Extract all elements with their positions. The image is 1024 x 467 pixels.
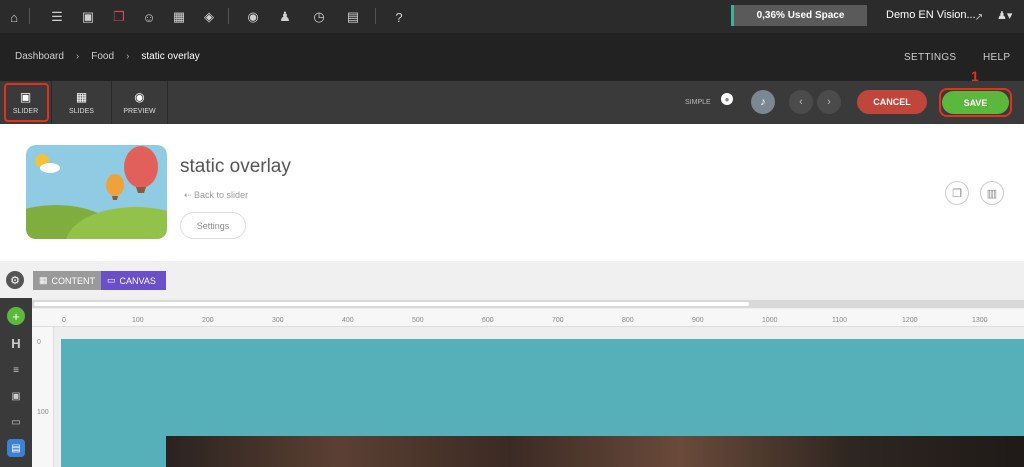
bell-icon[interactable]: ♪ (751, 90, 775, 114)
image-icon[interactable]: ▣ (7, 387, 25, 405)
breadcrumb-bar: Dashboard › Food › static overlay (0, 33, 1024, 81)
ruler-tick-label: 0 (62, 317, 66, 324)
chevron-left-icon[interactable]: ‹ (789, 90, 813, 114)
account-name[interactable]: Demo EN Vision... (886, 9, 976, 21)
button-icon[interactable]: ▭ (7, 413, 25, 431)
eye-icon[interactable]: ◉ (242, 6, 264, 28)
chevron-right-icon[interactable]: › (817, 90, 841, 114)
divider (228, 8, 229, 24)
clock-icon[interactable]: ◷ (308, 6, 330, 28)
eye-icon: ◉ (134, 90, 145, 104)
slider-header: static overlay ⇠ Back to slider Settings… (0, 124, 1024, 261)
chevron-right-icon: › (126, 51, 130, 62)
breadcrumb-dashboard[interactable]: Dashboard (15, 51, 64, 62)
settings-link[interactable]: SETTINGS (904, 52, 956, 63)
preview-tab[interactable]: ◉ PREVIEW (112, 81, 168, 124)
ruler-tick-label: 0 (37, 339, 41, 346)
ruler-tick-label: 1000 (762, 317, 778, 324)
breadcrumb: Dashboard › Food › static overlay (15, 51, 200, 62)
lightbulb-icon[interactable]: ● (721, 93, 733, 105)
ruler-tick-label: 800 (622, 317, 634, 324)
help-icon[interactable]: ? (388, 6, 410, 28)
horizontal-ruler: 0 100 200 300 400 500 600 700 800 900 1000 1100 1200… (32, 309, 1024, 327)
trash-icon[interactable]: ▥ (980, 181, 1004, 205)
calendar-icon[interactable]: ▦ (168, 6, 190, 28)
divider (375, 8, 376, 24)
external-link-icon[interactable]: ↗ (968, 6, 990, 28)
home-icon[interactable]: ⌂ (3, 6, 25, 28)
ruler-tick-label: 100 (132, 317, 144, 324)
slides-tab[interactable]: ▦ SLIDES (52, 81, 112, 124)
layer-toolbar: + H ≡ ▣ ▭ ▤ (0, 298, 32, 467)
annotation-marker-1: 1 (971, 68, 979, 84)
ruler-tick-label: 900 (692, 317, 704, 324)
help-link[interactable]: HELP (983, 52, 1010, 63)
simple-mode-label: SIMPLE (685, 99, 711, 106)
used-space-indicator: 0,36% Used Space (731, 5, 867, 26)
slider-thumbnail (26, 145, 167, 239)
ruler-tick-label: 100 (37, 409, 49, 416)
ruler-tick-label: 500 (412, 317, 424, 324)
image-icon[interactable]: ▣ (77, 6, 99, 28)
ruler-tick-label: 1200 (902, 317, 918, 324)
canvas-tab[interactable]: ▭ CANVAS (101, 271, 166, 290)
highlight-box (4, 83, 49, 122)
add-icon[interactable]: + (7, 307, 25, 325)
list-icon[interactable]: ☰ (46, 6, 68, 28)
back-to-slider-label: Back to slider (194, 190, 249, 200)
heading-icon[interactable]: H (7, 334, 25, 352)
scrollbar-thumb[interactable] (34, 302, 749, 306)
top-bar: ⌂ ☰ ▣ ❐ ☺ ▦ ◈ ◉ ♟ ◷ ▤ ? 0,36% Used Space… (0, 0, 1024, 33)
ruler-tick-label: 1300 (972, 317, 988, 324)
arrow-left-icon: ⇠ (184, 190, 195, 200)
monitor-icon: ▭ (107, 275, 116, 285)
divider (29, 8, 30, 24)
ruler-tick-label: 1100 (832, 317, 848, 324)
mode-bar: ⚙ ▦ CONTENT ▭ CANVAS (0, 261, 1024, 298)
highlight-box (939, 88, 1012, 117)
settings-button[interactable]: Settings (180, 212, 246, 239)
content-tab-label: CONTENT (51, 275, 96, 286)
user-settings-icon[interactable]: ♟ (274, 6, 296, 28)
preview-tab-label: PREVIEW (123, 108, 156, 115)
user-icon[interactable]: ♟▾ (997, 9, 1012, 22)
calendar-icon: ▦ (39, 275, 48, 285)
duplicate-icon[interactable]: ❐ (945, 181, 969, 205)
grid-icon[interactable]: ▤ (342, 6, 364, 28)
background-photo[interactable] (166, 436, 1024, 467)
layout-icon[interactable]: ▤ (7, 439, 25, 457)
ruler-tick-label: 300 (272, 317, 284, 324)
breadcrumb-food[interactable]: Food (91, 51, 114, 62)
text-icon[interactable]: ≡ (7, 361, 25, 379)
canvas-tab-label: CANVAS (119, 275, 156, 286)
grid-icon: ▦ (75, 90, 88, 104)
content-tab[interactable]: ▦ CONTENT (33, 271, 101, 290)
page-title: static overlay (180, 156, 291, 177)
slides-tab-label: SLIDES (69, 108, 94, 115)
layers-icon[interactable]: ❐ (108, 6, 130, 28)
smile-icon[interactable]: ☺ (138, 6, 160, 28)
ruler-tick-label: 700 (552, 317, 564, 324)
ruler-tick-label: 600 (482, 317, 494, 324)
box-icon[interactable]: ◈ (198, 6, 220, 28)
back-to-slider-link[interactable]: ⇠ Back to slider (184, 190, 248, 201)
gear-icon[interactable]: ⚙ (6, 271, 24, 289)
ruler-tick-label: 200 (202, 317, 214, 324)
chevron-right-icon: › (75, 51, 80, 62)
ruler-tick-label: 400 (342, 317, 354, 324)
cancel-button[interactable]: CANCEL (857, 90, 927, 114)
breadcrumb-current: static overlay (141, 51, 200, 62)
vertical-ruler: 0 100 (32, 327, 54, 467)
